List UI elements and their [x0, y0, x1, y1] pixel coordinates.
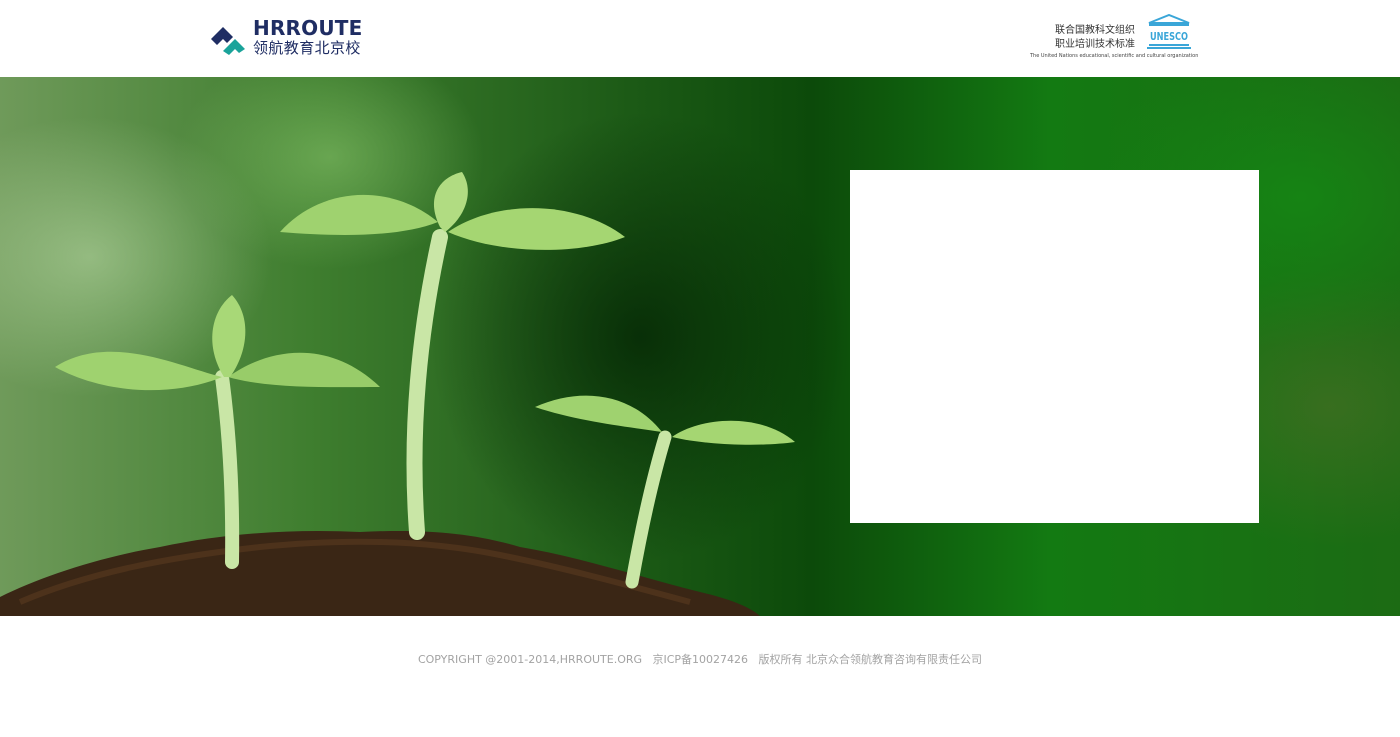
unesco-word: UNESCO	[1150, 30, 1188, 43]
brand-name-en: HRROUTE	[253, 16, 363, 40]
brand-name-cn: 领航教育北京校	[253, 39, 361, 57]
hrroute-logo[interactable]: HRROUTE 领航教育北京校	[209, 17, 369, 61]
unesco-badge: 联合国教科文组织 职业培训技术标准 UNESCO The United Nati…	[1028, 14, 1198, 64]
unesco-cn-line1: 联合国教科文组织	[1055, 25, 1135, 36]
site-header: HRROUTE 领航教育北京校 联合国教科文组织 职业培训技术标准 UNESCO…	[0, 0, 1400, 77]
logo-text: HRROUTE 领航教育北京校	[253, 17, 363, 57]
login-panel	[850, 170, 1259, 523]
hrroute-logo-icon	[211, 27, 245, 55]
unesco-cn-line2: 职业培训技术标准	[1055, 39, 1135, 50]
site-footer: COPYRIGHT @2001-2014,HRROUTE.ORG 京ICP备10…	[0, 616, 1400, 737]
unesco-en-text: The United Nations educational, scientif…	[1030, 53, 1199, 59]
hero-banner	[0, 77, 1400, 616]
copyright-text: COPYRIGHT @2001-2014,HRROUTE.ORG 京ICP备10…	[417, 653, 983, 666]
unesco-temple-icon: UNESCO	[1147, 14, 1191, 49]
